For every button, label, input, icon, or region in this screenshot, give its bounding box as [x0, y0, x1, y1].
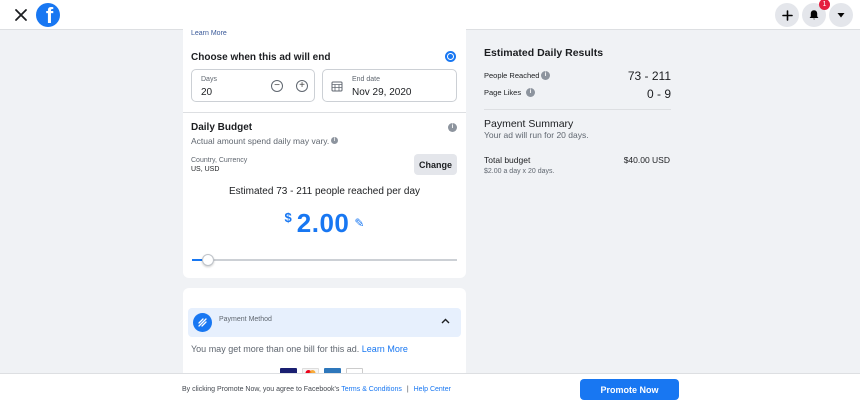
- people-reached-value: 73 - 211: [627, 69, 671, 83]
- bell-icon: [809, 10, 819, 20]
- create-button[interactable]: [775, 3, 799, 27]
- budget-amount-row: $ 2.00 ✎: [183, 208, 466, 239]
- close-button[interactable]: [9, 3, 33, 27]
- days-field[interactable]: Days 20 − +: [191, 69, 315, 102]
- country-currency-value: US, USD: [191, 166, 220, 173]
- payment-method-label: Payment Method: [219, 316, 272, 323]
- terms-link[interactable]: Terms & Conditions: [341, 386, 402, 393]
- ad-end-title: Choose when this ad will end: [191, 52, 331, 63]
- promote-now-button[interactable]: Promote Now: [580, 379, 679, 400]
- change-currency-button[interactable]: Change: [414, 154, 457, 175]
- page-likes-info-icon[interactable]: i: [526, 88, 535, 97]
- billing-note: You may get more than one bill for this …: [191, 344, 408, 354]
- increase-days-button[interactable]: +: [296, 80, 308, 92]
- agreement-text: By clicking Promote Now, you agree to Fa…: [182, 386, 451, 393]
- spend-info-icon[interactable]: i: [331, 137, 338, 144]
- days-value[interactable]: 20: [201, 87, 212, 98]
- budget-amount[interactable]: 2.00: [297, 208, 350, 239]
- footer-separator: |: [406, 386, 409, 393]
- budget-slider-track[interactable]: [192, 259, 457, 261]
- decrease-days-button[interactable]: −: [271, 80, 283, 92]
- payment-method-header[interactable]: Payment Method: [188, 308, 461, 337]
- budget-info-icon[interactable]: i: [448, 123, 457, 132]
- end-date-label: End date: [352, 76, 381, 83]
- country-currency-label: Country, Currency: [191, 157, 248, 164]
- account-menu-button[interactable]: [829, 3, 853, 27]
- payment-card: Payment Method You may get more than one…: [183, 288, 466, 378]
- page-likes-value: 0 - 9: [646, 87, 671, 101]
- ad-settings-card: Learn More Choose when this ad will end …: [183, 18, 466, 278]
- currency-symbol: $: [284, 210, 292, 225]
- results-title: Estimated Daily Results: [484, 47, 604, 59]
- notifications-button[interactable]: 1: [802, 0, 830, 27]
- people-reached-label: People Reached: [484, 71, 540, 80]
- run-duration-text: Your ad will run for 20 days.: [484, 130, 589, 140]
- results-divider: [484, 109, 671, 110]
- people-reached-info-icon[interactable]: i: [541, 71, 550, 80]
- days-label: Days: [201, 76, 217, 83]
- chevron-up-icon[interactable]: [441, 316, 450, 326]
- reach-estimate-text: Estimated 73 - 211 people reached per da…: [228, 186, 421, 197]
- total-budget-value: $40.00 USD: [623, 155, 670, 165]
- edit-pencil-icon[interactable]: ✎: [354, 216, 364, 230]
- close-icon: [15, 9, 27, 21]
- learn-more-link-top[interactable]: Learn More: [191, 30, 227, 37]
- plus-circle-icon: +: [299, 80, 305, 91]
- end-date-field[interactable]: End date Nov 29, 2020: [322, 69, 457, 102]
- help-center-link[interactable]: Help Center: [414, 386, 451, 393]
- minus-icon: −: [274, 80, 280, 91]
- payment-summary-title: Payment Summary: [484, 118, 574, 130]
- footer-bar: By clicking Promote Now, you agree to Fa…: [0, 373, 860, 401]
- calendar-icon: [331, 81, 343, 92]
- facebook-logo[interactable]: f: [36, 3, 60, 27]
- caret-down-icon: [837, 13, 845, 18]
- page-likes-label: Page Likes: [484, 88, 522, 97]
- budget-slider-thumb[interactable]: [201, 254, 214, 266]
- plus-icon: [781, 9, 793, 21]
- payment-method-icon: [193, 313, 212, 332]
- notification-count-badge: 1: [819, 0, 830, 10]
- total-budget-label: Total budget: [484, 155, 531, 165]
- section-divider: [183, 112, 466, 113]
- budget-subtitle: Actual amount spend daily may vary.: [191, 136, 330, 146]
- billing-learn-more-link[interactable]: Learn More: [362, 344, 408, 354]
- end-date-value[interactable]: Nov 29, 2020: [352, 87, 412, 98]
- daily-budget-title: Daily Budget: [191, 122, 253, 133]
- total-budget-detail: $2.00 a day x 20 days.: [484, 168, 555, 175]
- ad-end-radio[interactable]: [445, 51, 456, 62]
